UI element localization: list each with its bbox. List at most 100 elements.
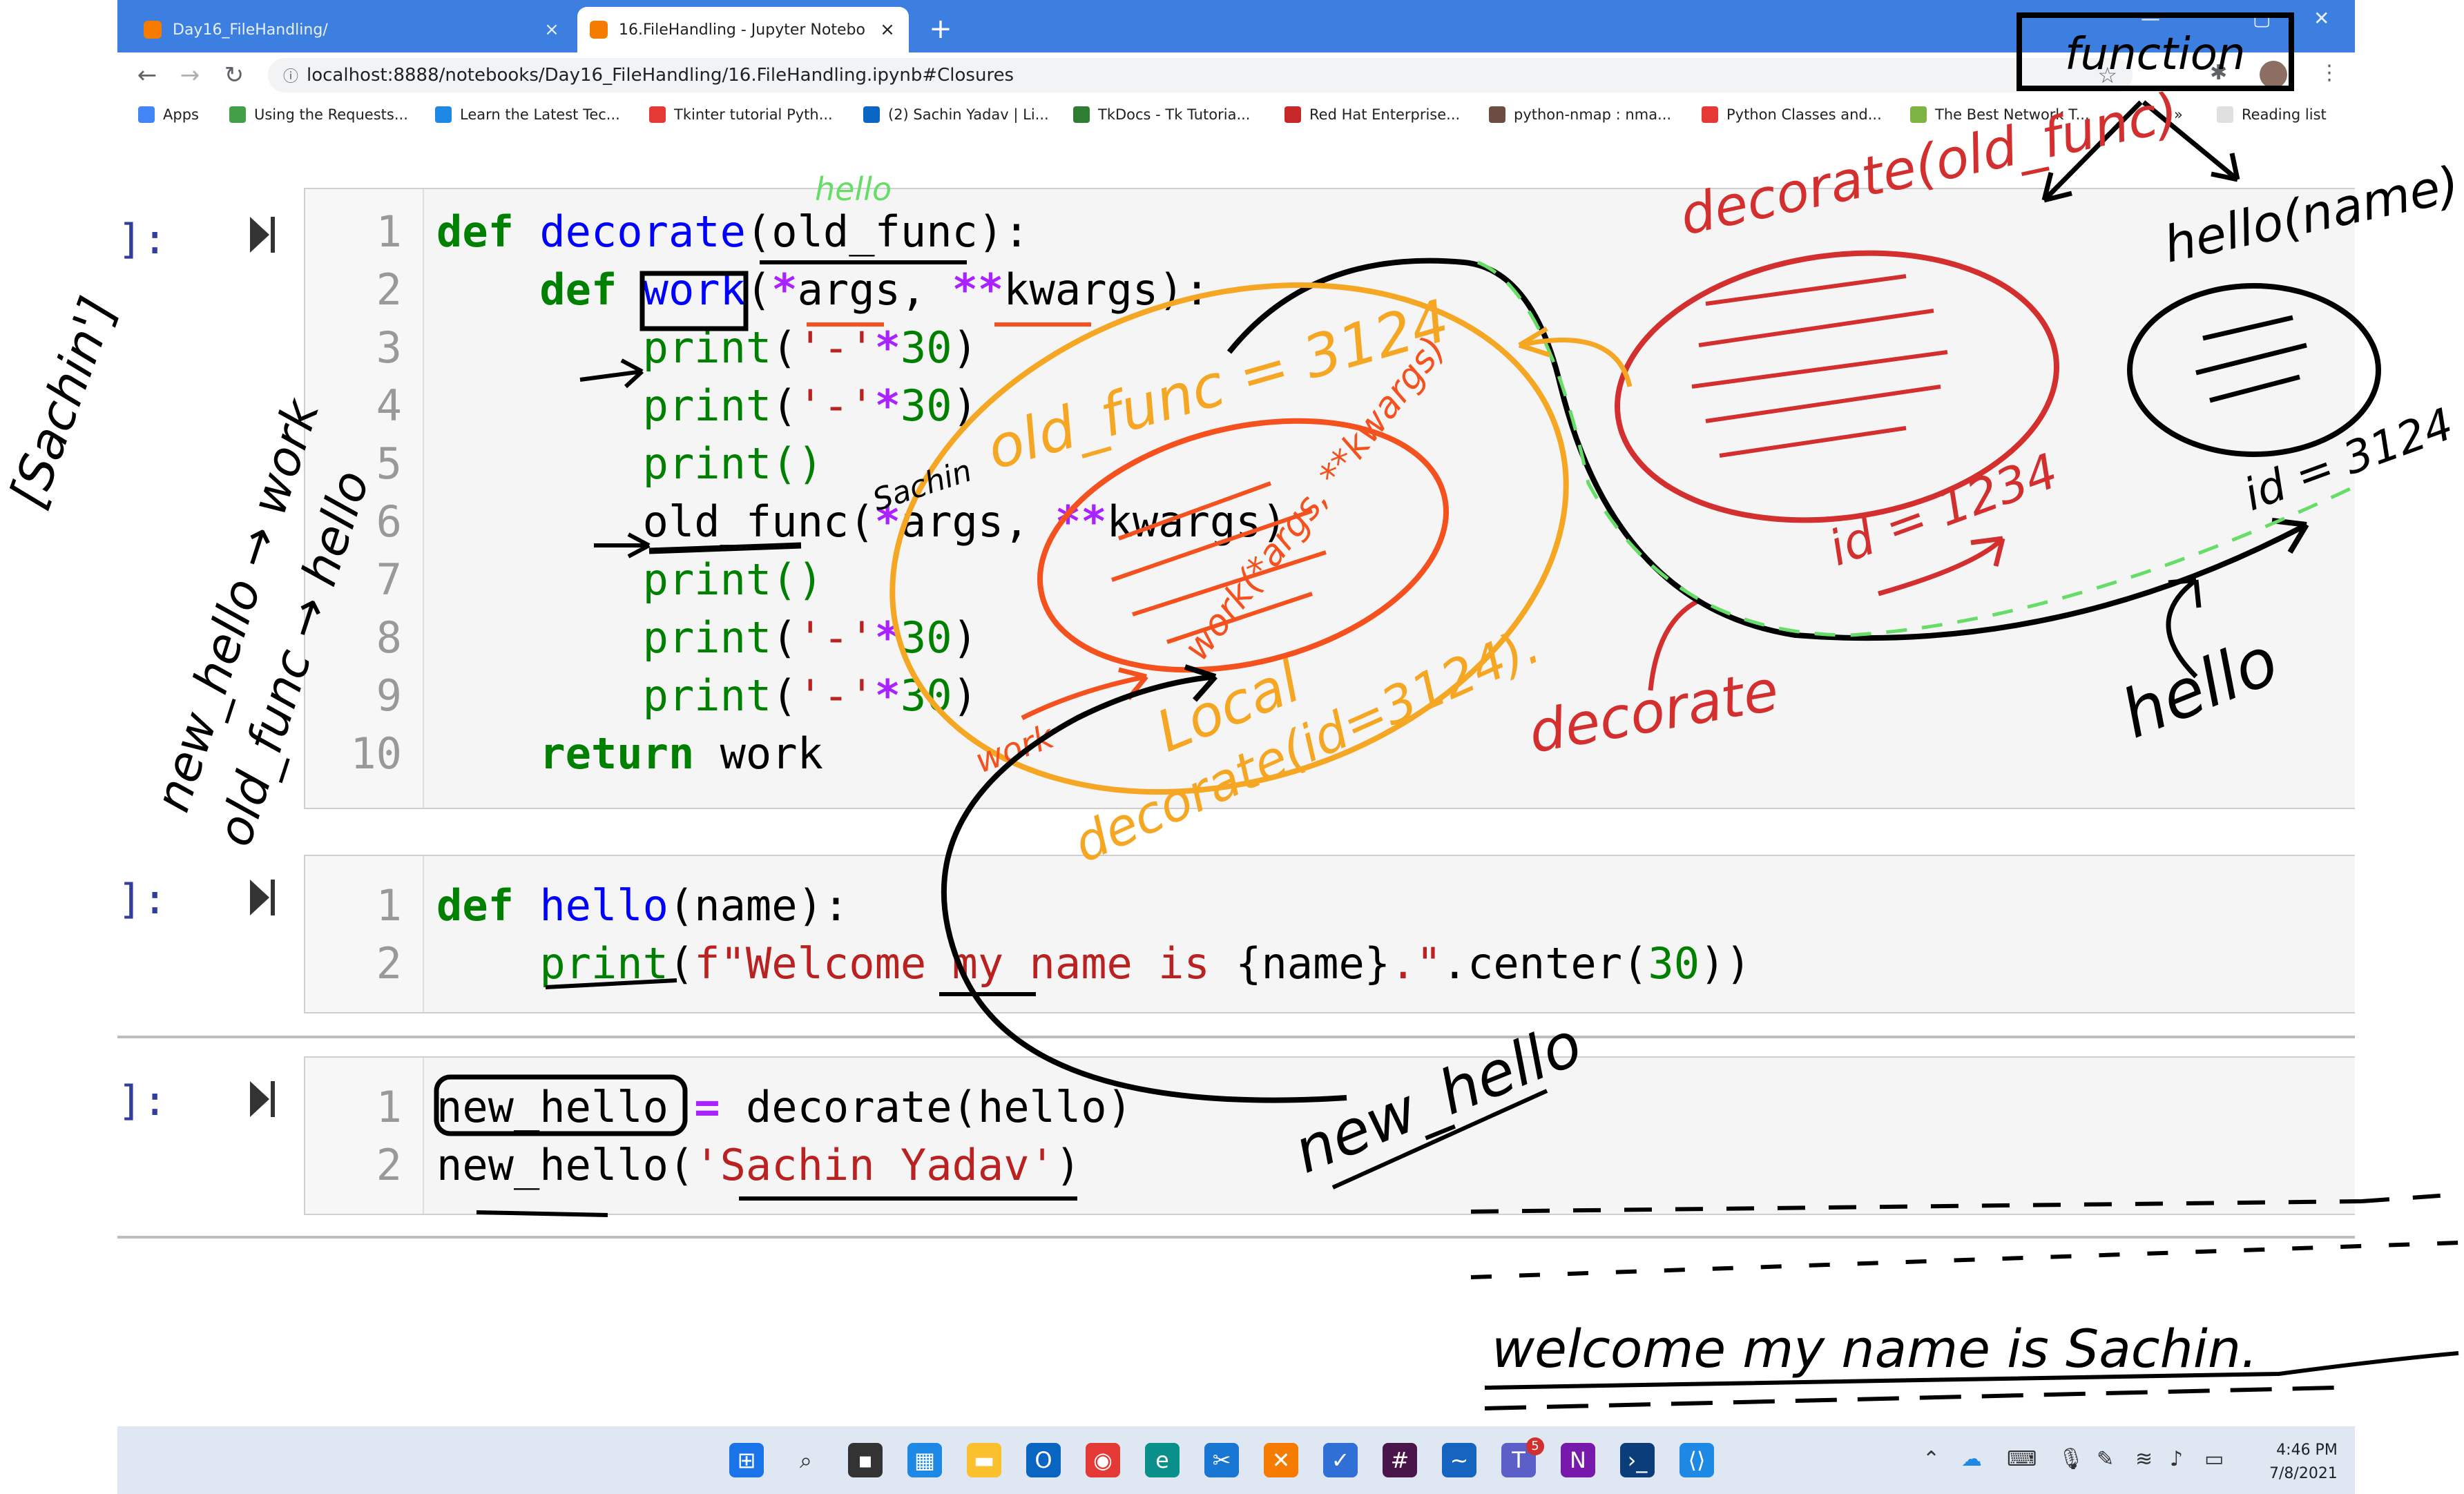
outlook-icon[interactable]: O xyxy=(1026,1443,1061,1477)
youtube-icon xyxy=(649,106,666,123)
tab-strip: Day16_FileHandling/ × 16.FileHandling - … xyxy=(117,0,2355,52)
widgets-icon[interactable]: ▦ xyxy=(907,1443,942,1477)
keyboard-icon[interactable]: ⌨ xyxy=(2007,1447,2037,1471)
code-line-3: print('-'*30) xyxy=(642,322,978,373)
line-number: 2 xyxy=(376,938,402,989)
bookmark-requests[interactable]: Using the Requests... xyxy=(229,106,408,123)
edge-icon[interactable]: e xyxy=(1145,1443,1180,1477)
bookmarks-more[interactable]: » xyxy=(2174,106,2183,123)
pen-icon[interactable]: ✎ xyxy=(2097,1447,2114,1471)
cell-divider xyxy=(117,1236,2355,1239)
extensions-puzzle-icon[interactable]: ✱ xyxy=(2210,61,2227,85)
vscode-icon[interactable]: ⟨⟩ xyxy=(1679,1443,1714,1477)
system-clock[interactable]: 4:46 PM 7/8/2021 xyxy=(2269,1439,2338,1486)
volume-icon[interactable]: ♪ xyxy=(2170,1447,2183,1471)
redhat-icon xyxy=(1284,106,1301,123)
tab-title: 16.FileHandling - Jupyter Notebo xyxy=(619,21,865,39)
forward-button[interactable]: → xyxy=(174,59,206,91)
wifi-icon[interactable]: ≋ xyxy=(2135,1447,2153,1471)
slack-icon[interactable]: # xyxy=(1383,1443,1417,1477)
line-number: 8 xyxy=(376,612,402,663)
line-number: 2 xyxy=(376,264,402,315)
youtube-icon xyxy=(1702,106,1718,123)
bookmark-tkinter-tutorial[interactable]: Tkinter tutorial Pyth... xyxy=(649,106,833,123)
bookmark-redhat[interactable]: Red Hat Enterprise... xyxy=(1284,106,1460,123)
show-hidden-icons-chevron-icon[interactable]: ⌃ xyxy=(1923,1447,1940,1471)
bookmark-best-network[interactable]: The Best Network T... xyxy=(1910,106,2090,123)
reload-button[interactable]: ↻ xyxy=(218,59,250,91)
tab-filehandling-notebook[interactable]: 16.FileHandling - Jupyter Notebo × xyxy=(577,7,909,52)
code-editor[interactable]: 1 2 new_hello = decorate(hello) new_hell… xyxy=(304,1056,2355,1215)
todo-icon[interactable]: ✓ xyxy=(1323,1443,1358,1477)
avatar[interactable] xyxy=(2260,61,2287,88)
new-tab-button[interactable]: + xyxy=(923,11,959,47)
code-line-7: print() xyxy=(642,554,823,605)
powershell-icon[interactable]: ›_ xyxy=(1620,1443,1655,1477)
code-line-5: print() xyxy=(642,438,823,489)
tk-icon xyxy=(1073,106,1090,123)
line-number: 4 xyxy=(376,380,402,431)
window-close-icon[interactable]: ✕ xyxy=(2313,7,2329,30)
search-icon[interactable]: ⌕ xyxy=(789,1443,823,1477)
bookmark-linkedin[interactable]: (2) Sachin Yadav | Li... xyxy=(863,106,1049,123)
close-tab-icon[interactable]: × xyxy=(543,19,561,40)
run-cell-icon[interactable] xyxy=(249,215,276,254)
line-number: 6 xyxy=(376,496,402,547)
code-cell-new-hello[interactable]: ]: 1 2 new_hello = decorate(hello) new_h… xyxy=(117,1056,2355,1215)
site-info-icon[interactable]: ⓘ xyxy=(275,64,307,86)
file-explorer-icon[interactable]: ▬ xyxy=(967,1443,1001,1477)
bookmark-python-nmap[interactable]: python-nmap : nma... xyxy=(1489,106,1671,123)
clock-time: 4:46 PM xyxy=(2276,1442,2338,1459)
code-line-9: print('-'*30) xyxy=(642,670,978,721)
jupyter-folder-icon xyxy=(144,21,162,39)
tab-title: Day16_FileHandling/ xyxy=(173,21,328,39)
code-line-1: new_hello = decorate(hello) xyxy=(436,1082,1133,1132)
cell-prompt: ]: xyxy=(117,1077,168,1125)
code-editor[interactable]: 1 2 def hello(name): print(f"Welcome my … xyxy=(304,855,2355,1013)
cell-prompt: ]: xyxy=(117,215,168,264)
microphone-icon[interactable]: 🎙 xyxy=(2058,1447,2084,1471)
reading-list[interactable]: Reading list xyxy=(2217,106,2327,123)
close-tab-icon[interactable]: × xyxy=(878,19,896,40)
chrome-icon[interactable]: ◉ xyxy=(1086,1443,1120,1477)
line-number: 10 xyxy=(350,728,402,779)
code-cell-decorate[interactable]: ]: 1 2 3 4 5 6 7 8 9 10 def decorate(old… xyxy=(117,188,2355,809)
code-line-6: old_func(*args, **kwargs) xyxy=(642,496,1287,547)
task-view-icon[interactable]: ▪ xyxy=(848,1443,883,1477)
code-line-4: print('-'*30) xyxy=(642,380,978,431)
windows-start-icon[interactable]: ⊞ xyxy=(729,1443,764,1477)
code-line-8: print('-'*30) xyxy=(642,612,978,663)
bookmark-tkdocs[interactable]: TkDocs - Tk Tutoria... xyxy=(1073,106,1250,123)
bookmark-star-icon[interactable]: ☆ xyxy=(2097,62,2117,88)
code-line-1: def hello(name): xyxy=(436,880,849,931)
tab-day16-filehandling[interactable]: Day16_FileHandling/ × xyxy=(131,7,573,52)
bookmark-python-classes[interactable]: Python Classes and... xyxy=(1702,106,1882,123)
snipping-tool-icon[interactable]: ✂ xyxy=(1204,1443,1239,1477)
whiteboard-icon[interactable]: ~ xyxy=(1442,1443,1476,1477)
code-line-10: return work xyxy=(539,728,823,779)
xampp-icon[interactable]: ✕ xyxy=(1264,1443,1298,1477)
battery-icon[interactable]: ▭ xyxy=(2204,1447,2224,1471)
browser-menu-icon[interactable]: ⋮ xyxy=(2319,61,2340,85)
onedrive-icon[interactable]: ☁ xyxy=(1961,1447,1982,1471)
line-number: 7 xyxy=(376,554,402,605)
bookmark-apps[interactable]: Apps xyxy=(138,106,199,123)
back-button[interactable]: ← xyxy=(131,59,163,91)
star-icon xyxy=(1489,106,1505,123)
address-bar[interactable]: ⓘ localhost:8888/notebooks/Day16_FileHan… xyxy=(268,58,2133,93)
minimize-icon[interactable]: — xyxy=(2141,7,2160,30)
maximize-icon[interactable]: ▢ xyxy=(2253,7,2271,30)
run-cell-icon[interactable] xyxy=(249,1080,276,1118)
bookmark-learn-tech[interactable]: Learn the Latest Tec... xyxy=(435,106,620,123)
line-number: 1 xyxy=(376,206,402,257)
onenote-icon[interactable]: N xyxy=(1561,1443,1595,1477)
network-icon xyxy=(1910,106,1927,123)
reading-list-icon xyxy=(2217,106,2233,123)
code-cell-hello[interactable]: ]: 1 2 def hello(name): print(f"Welcome … xyxy=(117,855,2355,1013)
linkedin-icon xyxy=(863,106,880,123)
u-icon xyxy=(435,106,452,123)
cell-divider xyxy=(117,1036,2355,1038)
code-editor[interactable]: 1 2 3 4 5 6 7 8 9 10 def decorate(old_fu… xyxy=(304,188,2355,809)
run-cell-icon[interactable] xyxy=(249,878,276,917)
code-line-2: print(f"Welcome my name is {name}.".cent… xyxy=(539,938,1751,989)
